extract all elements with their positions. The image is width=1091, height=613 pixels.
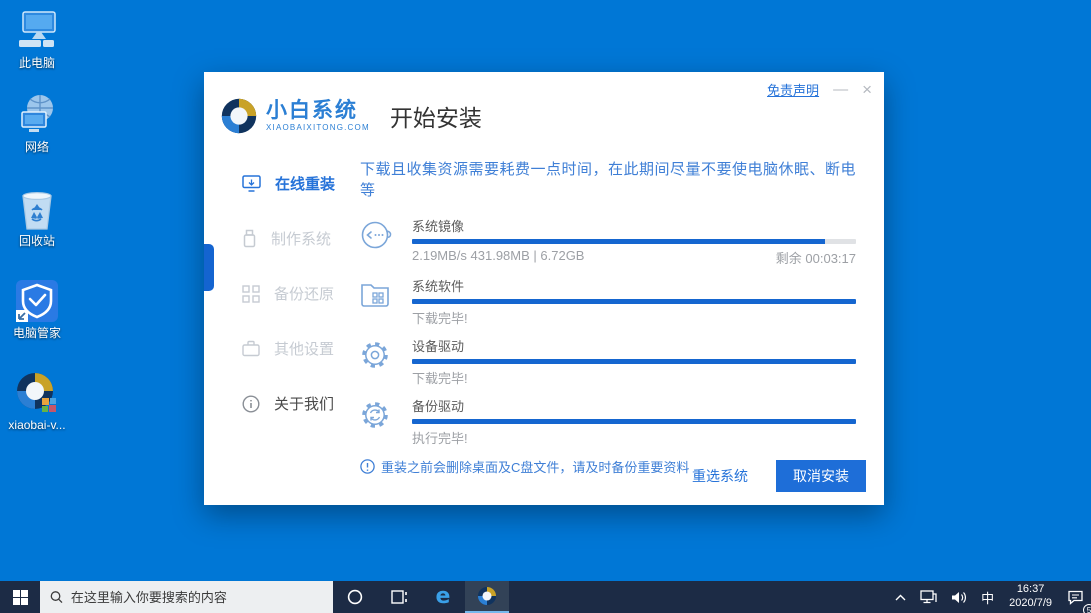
gear-sync-icon — [360, 400, 390, 430]
close-button[interactable]: × — [862, 81, 872, 98]
software-folder-icon — [360, 280, 392, 308]
sidebar-item-make-system[interactable]: 制作系统 — [204, 211, 360, 266]
task-name: 备份驱动 — [412, 396, 856, 415]
task-name: 系统软件 — [412, 276, 856, 295]
desktop-icon-label: xiaobai-v... — [8, 419, 65, 433]
task-view-button[interactable] — [377, 581, 421, 613]
cortana-icon — [347, 589, 363, 605]
action-center-button[interactable]: 5 — [1060, 581, 1091, 613]
clock-time: 16:37 — [1009, 583, 1052, 597]
volume-tray-button[interactable] — [944, 581, 974, 613]
edge-icon: e — [436, 586, 451, 608]
reselect-system-button[interactable]: 重选系统 — [692, 466, 748, 486]
brand-logo: 小白系统 XIAOBAIXITONG.COM — [220, 97, 370, 135]
installer-window: 免责声明 — × 小白系统 XIAOBAIXITONG.COM 开始安装 — [204, 72, 884, 505]
task-remaining-time: 剩余 00:03:17 — [776, 248, 856, 267]
action-center-icon — [1067, 590, 1084, 605]
search-input[interactable] — [71, 590, 323, 605]
task-system-image: 系统镜像 2.19MB/s 431.98MB | 6.72GB 剩余 00:03… — [360, 216, 856, 267]
install-progress-panel: 下载且收集资源需要耗费一点时间，在此期间尽量不要使电脑休眠、断电等 系统镜像 2 — [360, 156, 884, 476]
taskbar-clock[interactable]: 16:37 2020/7/9 — [1001, 583, 1060, 611]
desktop-icon-label: 电脑管家 — [13, 327, 61, 341]
notification-badge: 5 — [1083, 604, 1091, 613]
xiaobai-taskbar-icon — [477, 586, 497, 606]
taskbar-search[interactable] — [40, 581, 333, 613]
sidebar-item-about-us[interactable]: 关于我们 — [204, 376, 360, 431]
desktop-icon-label: 此电脑 — [19, 57, 55, 71]
ethernet-icon — [920, 590, 937, 604]
pc-manager-shield-icon — [14, 278, 60, 324]
cortana-button[interactable] — [333, 581, 377, 613]
progress-bar — [412, 299, 856, 304]
chevron-up-icon — [895, 594, 906, 601]
input-language-indicator[interactable]: 中 — [974, 581, 1001, 613]
brand-name: 小白系统 — [266, 100, 370, 122]
edge-browser-button[interactable]: e — [421, 581, 465, 613]
monitor-icon — [242, 175, 261, 192]
windows-logo-icon — [13, 590, 28, 605]
desktop-icon-xiaobai-shortcut[interactable]: xiaobai-v... — [2, 370, 72, 434]
mascot-face-icon — [360, 220, 392, 250]
task-status: 下载完毕! — [412, 308, 468, 327]
xiaobai-app-icon — [14, 370, 60, 416]
gear-icon — [360, 340, 390, 370]
task-status: 下载完毕! — [412, 368, 468, 387]
sidebar-label: 制作系统 — [271, 228, 331, 249]
cancel-install-button[interactable]: 取消安装 — [776, 460, 866, 492]
backup-grid-icon — [242, 285, 260, 303]
this-pc-icon — [15, 8, 59, 54]
xiaobai-logo-icon — [220, 97, 258, 135]
network-tray-button[interactable] — [913, 581, 944, 613]
minimize-button[interactable]: — — [833, 82, 848, 97]
sidebar-label: 关于我们 — [274, 393, 334, 414]
sidebar-label: 备份还原 — [274, 283, 334, 304]
task-view-icon — [391, 590, 408, 604]
xiaobai-app-taskbar-button[interactable] — [465, 581, 509, 613]
notice-text: 下载且收集资源需要耗费一点时间，在此期间尽量不要使电脑休眠、断电等 — [360, 158, 856, 200]
progress-bar — [412, 359, 856, 364]
brand-domain: XIAOBAIXITONG.COM — [266, 123, 370, 132]
search-icon — [50, 590, 63, 604]
task-status: 执行完毕! — [412, 428, 468, 447]
warning-info-icon — [360, 459, 375, 474]
sidebar-label: 在线重装 — [275, 173, 335, 194]
briefcase-icon — [242, 340, 260, 357]
task-stats: 2.19MB/s 431.98MB | 6.72GB — [412, 248, 584, 267]
taskbar: e 中 16:37 — [0, 581, 1091, 613]
page-title: 开始安装 — [390, 99, 482, 133]
task-name: 系统镜像 — [412, 216, 856, 235]
tray-chevron-button[interactable] — [888, 581, 913, 613]
usb-drive-icon — [242, 229, 257, 248]
task-device-driver: 设备驱动 下载完毕! — [360, 336, 856, 387]
warning-text: 重装之前会删除桌面及C盘文件，请及时备份重要资料 — [381, 457, 689, 476]
network-icon — [14, 92, 60, 138]
start-button[interactable] — [0, 581, 40, 613]
recycle-bin-icon — [16, 188, 58, 232]
desktop-icon-label: 网络 — [25, 141, 49, 155]
desktop-icon-label: 回收站 — [19, 235, 55, 249]
progress-bar — [412, 419, 856, 424]
task-name: 设备驱动 — [412, 336, 856, 355]
desktop-icon-recycle-bin[interactable]: 回收站 — [2, 188, 72, 250]
disclaimer-link[interactable]: 免责声明 — [767, 80, 819, 99]
speaker-icon — [951, 591, 967, 604]
task-backup-driver: 备份驱动 执行完毕! — [360, 396, 856, 447]
sidebar-item-online-reinstall[interactable]: 在线重装 — [204, 156, 360, 211]
sidebar-label: 其他设置 — [274, 338, 334, 359]
progress-bar — [412, 239, 856, 244]
clock-date: 2020/7/9 — [1009, 597, 1052, 611]
desktop-icon-this-pc[interactable]: 此电脑 — [2, 8, 72, 72]
desktop-icon-pc-manager[interactable]: 电脑管家 — [2, 278, 72, 342]
info-icon — [242, 395, 260, 413]
sidebar-item-other-settings[interactable]: 其他设置 — [204, 321, 360, 376]
task-system-software: 系统软件 下载完毕! — [360, 276, 856, 327]
desktop-icon-network[interactable]: 网络 — [2, 92, 72, 156]
sidebar-item-backup-restore[interactable]: 备份还原 — [204, 266, 360, 321]
sidebar: 在线重装 制作系统 备份还原 — [204, 156, 360, 476]
